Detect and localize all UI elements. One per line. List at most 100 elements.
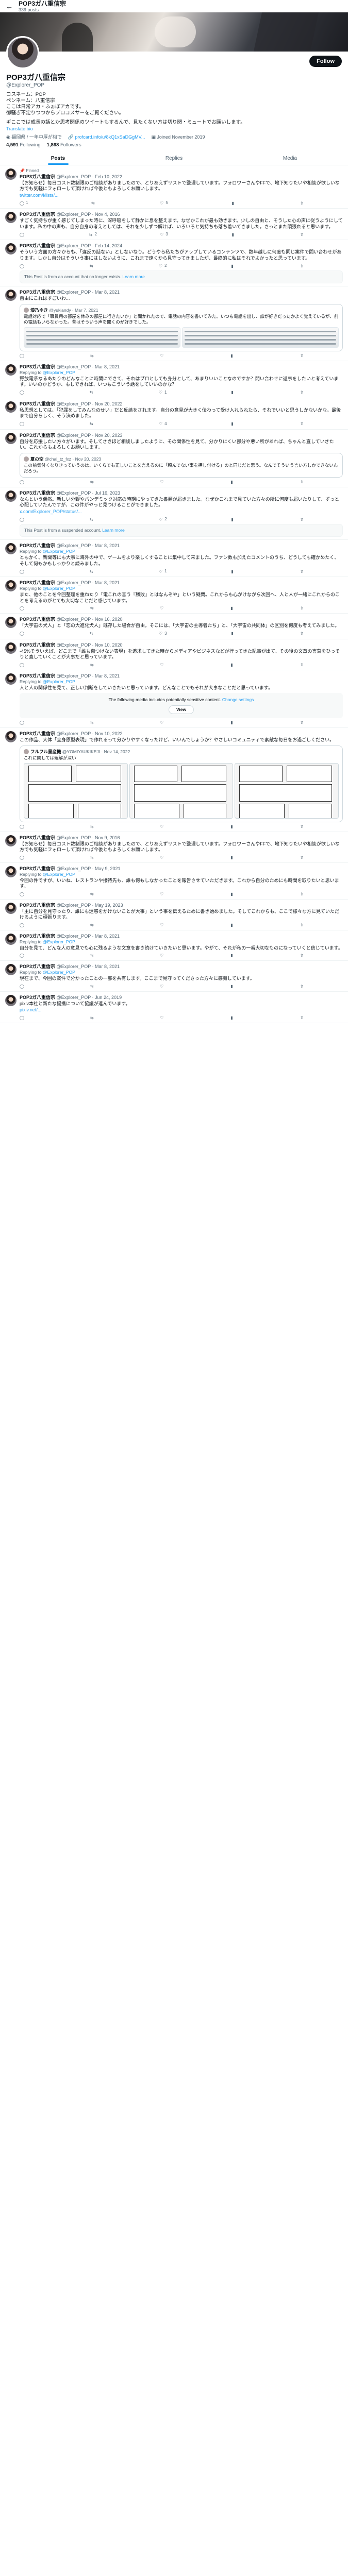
repost-button[interactable]: ⇆ [90,855,96,860]
profile-avatar[interactable] [6,36,39,69]
views-button[interactable]: ▮ [230,631,236,636]
repost-button[interactable]: ⇆ [89,263,95,268]
like-button[interactable]: ♡ [159,953,165,958]
tweet[interactable]: POP3ガ八重信宗 @Explorer_POP · Mar 8, 2021 Rep… [0,961,348,992]
author-name[interactable]: POP3ガ八重信宗 [20,934,55,939]
tweet-avatar[interactable] [5,290,16,301]
author-handle-date[interactable]: @Explorer_POP · Feb 10, 2022 [57,174,123,179]
repost-button[interactable]: ⇆ [90,824,96,829]
reply-mention[interactable]: @Explorer_POP [43,679,75,684]
tweet[interactable]: POP3ガ八重信宗 @Explorer_POP · Mar 8, 2021 Rep… [0,930,348,961]
tweet[interactable]: POP3ガ八重信宗 @Explorer_POP · May 9, 2021 Rep… [0,863,348,900]
reply-button[interactable]: ◯ [20,353,26,358]
like-button[interactable]: ♡ 5 [159,200,168,206]
tweet[interactable]: POP3ガ八重信宗 @Explorer_POP · Nov 16, 2020 「大… [0,614,348,639]
reply-mention[interactable]: @Explorer_POP [43,549,75,554]
like-button[interactable]: ♡ [159,720,165,725]
repost-button[interactable]: ⇆ [91,200,97,206]
tweet-avatar[interactable] [5,580,16,592]
tweet[interactable]: POP3ガ八重信宗 @Explorer_POP · Nov 9, 2016 【お知… [0,832,348,863]
repost-button[interactable]: ⇆ [89,517,95,522]
tweet-avatar[interactable] [5,432,16,444]
views-button[interactable]: ▮ [229,606,236,611]
author-handle-date[interactable]: @Explorer_POP · Feb 14, 2024 [57,243,123,248]
share-button[interactable]: ⇧ [300,1015,304,1020]
followers-link[interactable]: 1,868 Followers [47,142,81,149]
reply-button[interactable]: ◯ [20,720,26,725]
tweet-link[interactable]: x.com/Explorer_POP/status/... [20,509,343,515]
reply-button[interactable]: ◯ [20,263,26,268]
reply-button[interactable]: ◯ [20,953,26,958]
author-name[interactable]: POP3ガ八重信宗 [20,401,55,406]
author-handle-date[interactable]: @Explorer_POP · Mar 8, 2021 [57,543,120,548]
tweet-avatar[interactable] [5,401,16,413]
tweet[interactable]: POP3ガ八重信宗 @Explorer_POP · Nov 20, 2022 私思… [0,398,348,430]
views-button[interactable]: ▮ [230,200,237,206]
repost-button[interactable]: ⇆ [89,421,95,427]
views-button[interactable]: ▮ [229,953,236,958]
repost-button[interactable]: ⇆ [90,892,96,896]
author-name[interactable]: POP3ガ八重信宗 [20,835,55,840]
author-name[interactable]: POP3ガ八重信宗 [20,617,55,622]
author-name[interactable]: POP3ガ八重信宗 [20,964,55,969]
like-button[interactable]: ♡ 4 [158,421,167,427]
author-handle-date[interactable]: @Explorer_POP · Mar 8, 2021 [57,673,120,679]
reply-mention[interactable]: @Explorer_POP [43,872,75,877]
tweet[interactable]: POP3ガ八重信宗 @Explorer_POP · Nov 20, 2023 自分… [0,430,348,487]
author-handle-date[interactable]: @Explorer_POP · Jul 16, 2023 [57,490,121,496]
tweet-link[interactable]: pixiv.net/... [20,1007,343,1013]
back-arrow-icon[interactable]: ← [5,2,13,10]
tweet-avatar[interactable] [5,866,16,877]
share-button[interactable]: ⇧ [300,953,304,958]
share-button[interactable]: ⇧ [300,720,304,725]
repost-button[interactable]: ⇆ [89,631,95,636]
like-button[interactable]: ♡ [159,1015,165,1020]
author-name[interactable]: POP3ガ八重信宗 [20,364,55,369]
like-button[interactable]: ♡ 3 [158,631,167,636]
tweet-avatar[interactable] [5,673,16,685]
tweet[interactable]: 📌 Pinned POP3ガ八重信宗 @Explorer_POP · Feb 10… [0,165,348,209]
repost-button[interactable]: ⇆ [90,480,96,484]
like-button[interactable]: ♡ 1 [158,390,167,395]
tweet-avatar[interactable] [5,731,16,743]
tweet[interactable]: POP3ガ八重信宗 @Explorer_POP · May 19, 2023 「主… [0,900,348,930]
tweet-avatar[interactable] [5,902,16,914]
reply-mention[interactable]: @Explorer_POP [43,586,75,591]
view-media-button[interactable]: View [168,705,194,715]
like-button[interactable]: ♡ [159,923,165,927]
share-button[interactable]: ⇧ [300,421,304,427]
reply-button[interactable]: ◯ [20,892,26,896]
tweet-avatar[interactable] [5,168,16,180]
author-name[interactable]: POP3ガ八重信宗 [20,673,55,679]
tweet[interactable]: POP3ガ八重信宗 @Explorer_POP · Nov 10, 2022 この… [0,728,348,832]
reply-button[interactable]: ◯ [20,855,26,860]
repost-button[interactable]: ⇆ [90,606,96,611]
views-button[interactable]: ▮ [230,390,236,395]
author-handle-date[interactable]: @Explorer_POP · Mar 8, 2021 [57,934,120,939]
reply-button[interactable]: ◯ [20,390,26,395]
tweet[interactable]: POP3ガ八重信宗 @Explorer_POP · Mar 8, 2021 Rep… [0,577,348,614]
author-name[interactable]: POP3ガ八重信宗 [20,243,55,248]
like-button[interactable]: ♡ 1 [158,569,167,574]
author-handle-date[interactable]: @Explorer_POP · Mar 8, 2021 [57,964,120,969]
like-button[interactable]: ♡ [159,984,165,989]
share-button[interactable]: ⇧ [300,892,304,896]
reply-button[interactable]: ◯ [20,569,26,574]
like-button[interactable]: ♡ 3 [159,232,168,237]
views-button[interactable]: ▮ [229,923,236,927]
learn-more-link[interactable]: Learn more [122,274,144,279]
repost-button[interactable]: ⇆ [89,390,95,395]
tweet[interactable]: POP3ガ八重信宗 @Explorer_POP · Mar 8, 2021 Rep… [0,670,348,728]
views-button[interactable]: ▮ [230,517,236,522]
manga-page-image[interactable] [24,762,128,819]
author-handle-date[interactable]: @Explorer_POP · Jun 24, 2019 [57,995,122,1000]
views-button[interactable]: ▮ [229,855,236,860]
author-name[interactable]: POP3ガ八重信宗 [20,731,55,736]
reply-button[interactable]: ◯ [20,480,26,484]
share-button[interactable]: ⇧ [300,480,304,484]
tweet-avatar[interactable] [5,490,16,502]
reply-button[interactable]: ◯ [20,663,26,667]
author-handle-date[interactable]: @Explorer_POP · Nov 4, 2016 [57,212,120,217]
tab-replies[interactable]: Replies [116,152,232,165]
views-button[interactable]: ▮ [229,663,236,667]
